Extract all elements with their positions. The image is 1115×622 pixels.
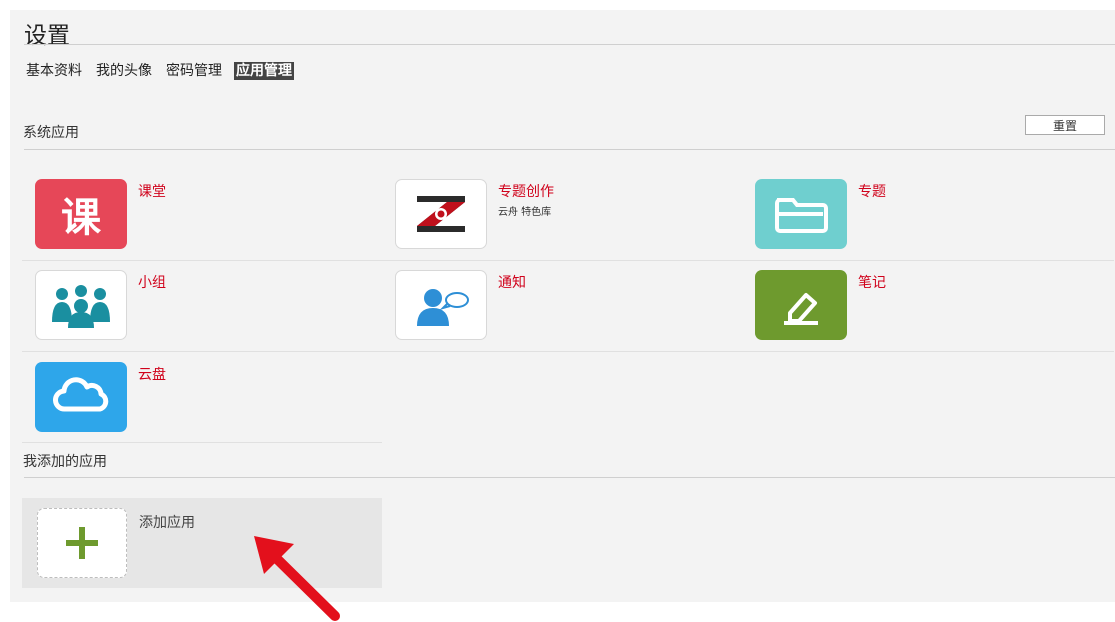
app-tongzhi[interactable]: 通知	[380, 266, 740, 354]
app-name[interactable]: 专题创作	[498, 181, 554, 201]
app-name[interactable]: 课堂	[138, 181, 166, 201]
tab-password[interactable]: 密码管理	[164, 62, 224, 80]
tab-avatar[interactable]: 我的头像	[94, 62, 154, 80]
ketang-icon: 课	[35, 179, 127, 249]
app-name[interactable]: 笔记	[858, 272, 886, 292]
plus-icon[interactable]	[37, 508, 127, 578]
red-arrow-annotation	[254, 536, 340, 621]
app-biji[interactable]: 笔记	[740, 266, 1100, 354]
add-app-label[interactable]: 添加应用	[139, 512, 195, 532]
notice-icon	[395, 270, 487, 340]
tab-app-management[interactable]: 应用管理	[234, 62, 294, 80]
app-zhuanti-chuangzuo[interactable]: 专题创作 云舟 特色库	[380, 175, 740, 263]
my-apps-label: 我添加的应用	[23, 454, 107, 470]
reset-button[interactable]: 重置	[1025, 115, 1105, 135]
zhuanti-chuangzuo-icon	[395, 179, 487, 249]
app-name[interactable]: 专题	[858, 181, 886, 201]
settings-panel: 设置 基本资料 我的头像 密码管理 应用管理 系统应用 重置 课 课堂 专题创作…	[10, 10, 1115, 602]
my-apps-divider	[24, 477, 1115, 478]
app-name[interactable]: 小组	[138, 272, 166, 292]
app-zhuanti[interactable]: 专题	[740, 175, 1100, 263]
row-divider	[22, 260, 1114, 261]
app-yunpan[interactable]: 云盘	[20, 358, 380, 446]
pen-icon	[755, 270, 847, 340]
tab-basic-info[interactable]: 基本资料	[24, 62, 84, 80]
row-divider	[22, 442, 382, 443]
row-divider	[22, 351, 1114, 352]
settings-tabs: 基本资料 我的头像 密码管理 应用管理	[24, 62, 294, 80]
title-divider	[24, 44, 1115, 45]
group-icon	[35, 270, 127, 340]
folder-icon	[755, 179, 847, 249]
system-apps-divider	[24, 149, 1115, 150]
app-subtitle: 云舟 特色库	[498, 207, 552, 218]
system-apps-label: 系统应用	[23, 125, 79, 141]
app-name[interactable]: 云盘	[138, 364, 166, 384]
app-xiaozu[interactable]: 小组	[20, 266, 380, 354]
cloud-icon	[35, 362, 127, 432]
app-ketang[interactable]: 课 课堂	[20, 175, 380, 263]
app-name[interactable]: 通知	[498, 272, 526, 292]
